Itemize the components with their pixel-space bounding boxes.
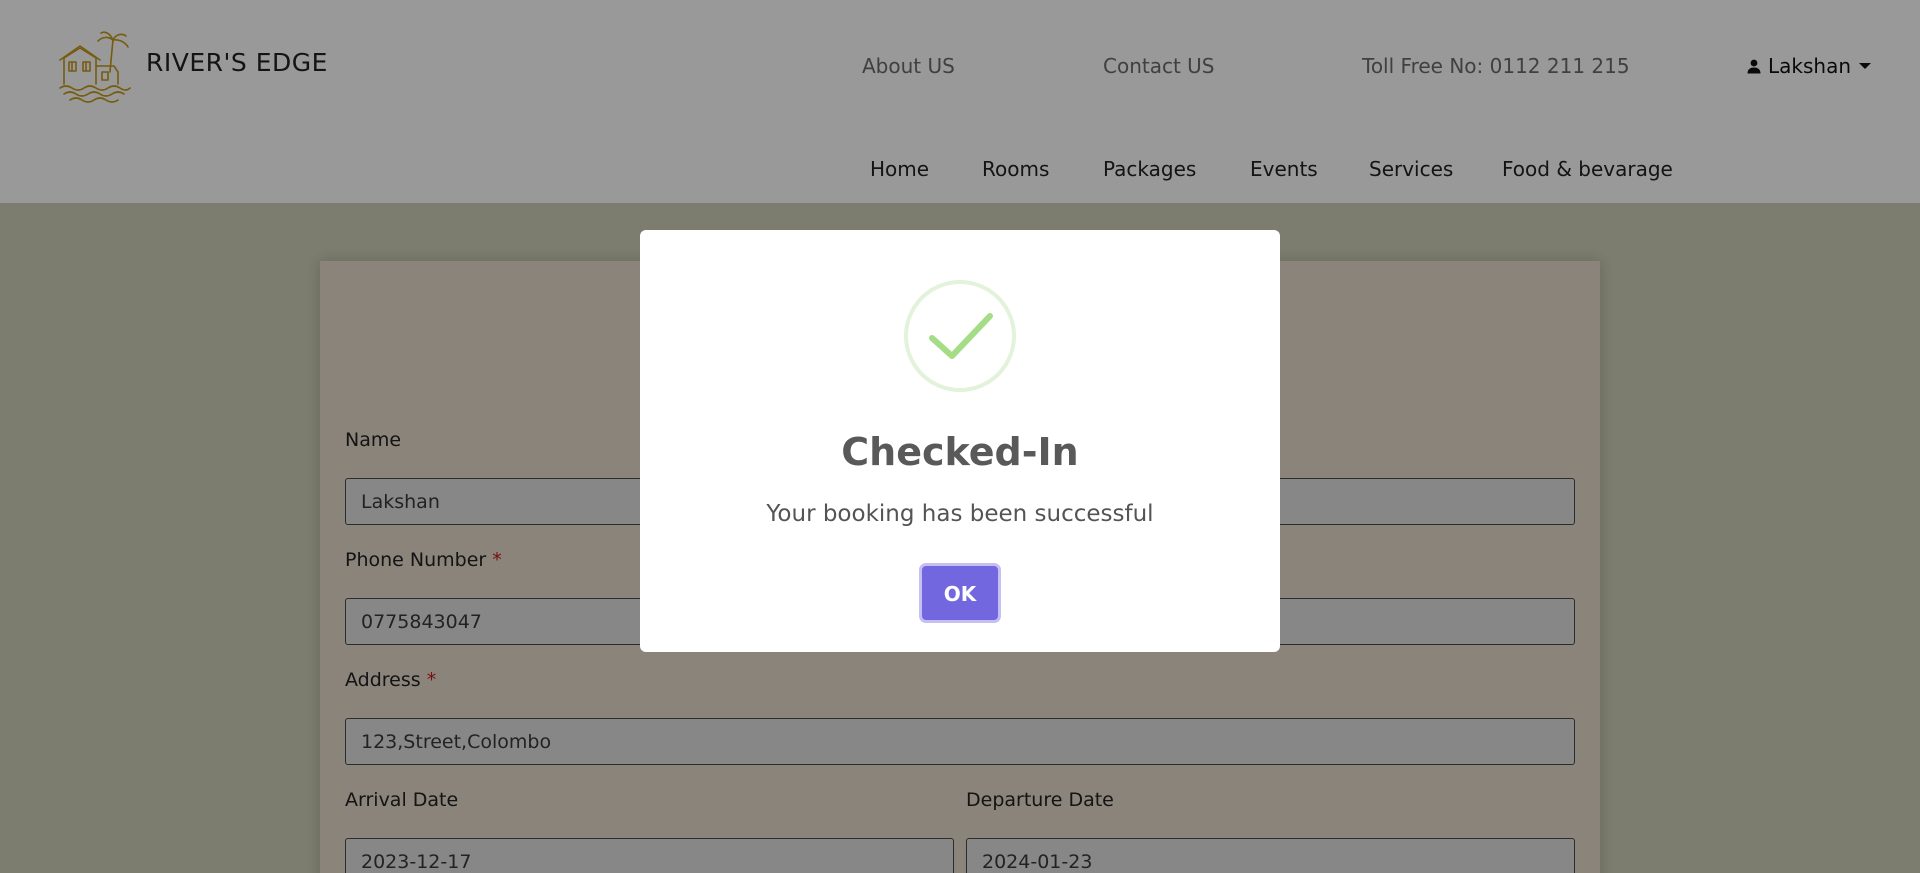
dialog-message: Your booking has been successful: [766, 501, 1154, 527]
ok-button[interactable]: OK: [919, 563, 1001, 623]
success-dialog: Checked-In Your booking has been success…: [640, 230, 1280, 652]
success-check-icon: [929, 313, 993, 359]
ok-button-label: OK: [943, 581, 977, 606]
dialog-title: Checked-In: [841, 430, 1079, 474]
